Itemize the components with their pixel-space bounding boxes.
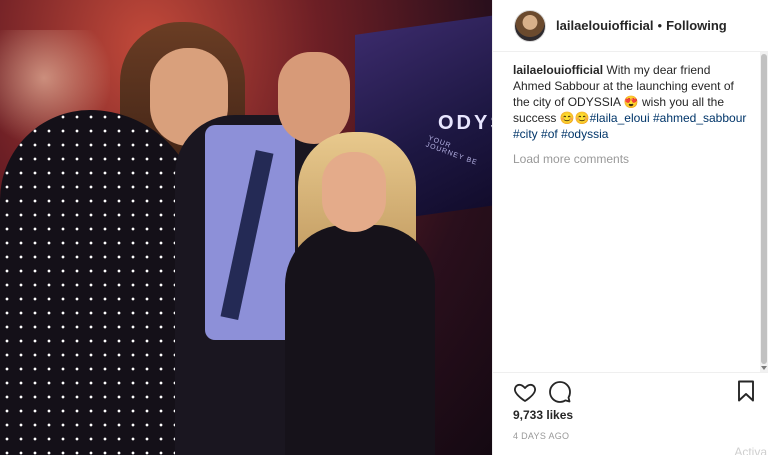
caption-username[interactable]: lailaelouiofficial (513, 63, 603, 77)
post-actions: 9,733 likes 4 DAYS AGO Activa (493, 372, 768, 455)
following-button[interactable]: Following (666, 18, 727, 33)
hashtag-link[interactable]: #city (513, 127, 538, 141)
left-person-dress (0, 110, 200, 455)
post-header: lailaelouiofficial • Following (493, 0, 768, 52)
comments-section: lailaelouiofficial With my dear friend A… (513, 62, 749, 167)
event-screen-text: ODYS (438, 112, 492, 134)
right-person-face (322, 152, 386, 232)
caption: lailaelouiofficial With my dear friend A… (513, 62, 749, 142)
heart-outline-icon[interactable] (513, 380, 537, 409)
likes-count[interactable]: 9,733 likes (513, 408, 573, 422)
hashtag-link[interactable]: #of (541, 127, 558, 141)
post-timestamp: 4 DAYS AGO (513, 431, 570, 441)
comments-scrollbar[interactable] (760, 52, 768, 372)
scrollbar-thumb[interactable] (761, 54, 767, 364)
right-person-dress (285, 225, 435, 455)
header-separator: • (657, 18, 663, 33)
speech-bubble-icon[interactable] (548, 380, 572, 409)
post-photo[interactable]: ODYS YOUR JOURNEY BE (0, 0, 492, 455)
post-side-panel: lailaelouiofficial • Following lailaelou… (492, 0, 768, 455)
scroll-down-arrow-icon[interactable] (761, 366, 767, 370)
header-text: lailaelouiofficial • Following (556, 18, 727, 33)
os-watermark: Activa (734, 445, 767, 455)
load-more-comments-button[interactable]: Load more comments (513, 151, 749, 167)
hashtag-link[interactable]: #laila_eloui (590, 111, 650, 125)
bookmark-outline-icon[interactable] (737, 380, 755, 407)
middle-person-head (278, 52, 350, 144)
hashtag-link[interactable]: #ahmed_sabbour (653, 111, 746, 125)
action-icons-row (493, 380, 768, 406)
avatar[interactable] (514, 9, 546, 42)
hashtag-link[interactable]: #odyssia (561, 127, 608, 141)
header-username[interactable]: lailaelouiofficial (556, 18, 654, 33)
